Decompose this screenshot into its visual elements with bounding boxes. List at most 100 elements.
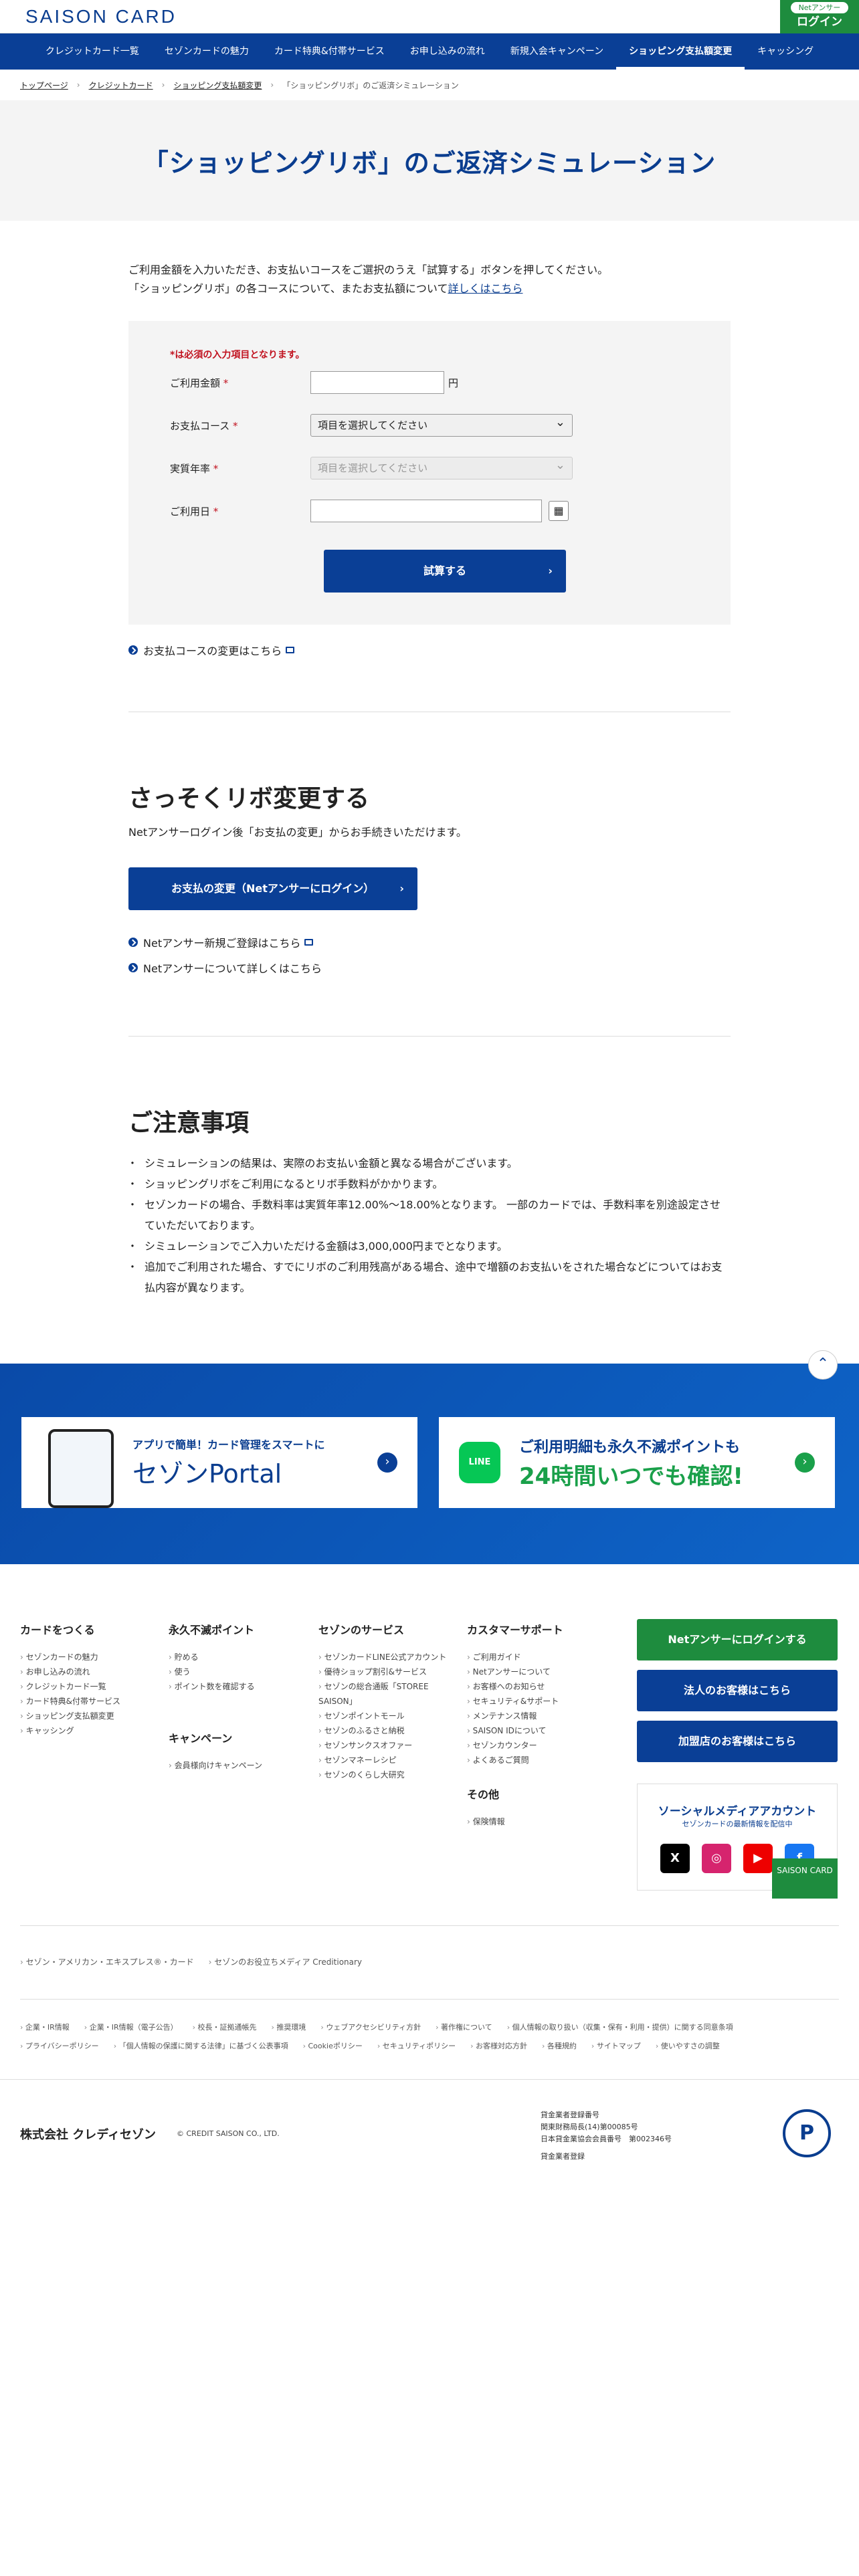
required-note: *は必須の入力項目となります。 — [170, 350, 305, 360]
footer-link[interactable]: 保険情報 — [467, 1814, 563, 1829]
saison-card-logo[interactable]: SAISON CARD — [25, 6, 177, 27]
youtube-icon[interactable]: ▶ — [743, 1844, 773, 1873]
footer-heading: カードをつくる — [20, 1624, 95, 1636]
calculate-button[interactable]: 試算する — [324, 550, 566, 593]
breadcrumb-credit[interactable]: クレジットカード — [89, 80, 153, 91]
date-label: ご利用日 * — [170, 505, 219, 518]
footer-col-card: カードをつくる セゾンカードの魅力お申し込みの流れクレジットカード一覧カード特典… — [20, 1623, 120, 1738]
footer-link[interactable]: クレジットカード一覧 — [20, 1679, 120, 1694]
intro-text: ご利用金額を入力いただき、お支払いコースをご選択のうえ「試算する」ボタンを押して… — [128, 261, 731, 298]
footer-link[interactable]: メンテナンス情報 — [467, 1709, 563, 1723]
footer-link[interactable]: 個人情報の取り扱い（収集・保有・利用・提供）に関する同意条項 — [507, 2023, 733, 2032]
course-label: お支払コース * — [170, 419, 238, 432]
nav-apply-flow[interactable]: お申し込みの流れ — [397, 33, 498, 70]
footer-link[interactable]: 校長・証拠通帳先 — [193, 2023, 257, 2032]
footer-link[interactable]: 優待ショップ割引&サービス — [318, 1665, 452, 1679]
footer-link[interactable]: セゾンカウンター — [467, 1738, 563, 1753]
footer-link[interactable]: セゾンサンクスオファー — [318, 1738, 452, 1753]
footer-link[interactable]: セゾンカードLINE公式アカウント — [318, 1650, 452, 1665]
netanswer-label: Netアンサー — [791, 2, 848, 13]
footer-link[interactable]: 使いやすさの調整 — [656, 2042, 720, 2050]
rate-select[interactable]: 項目を選択してください — [310, 455, 573, 479]
footer-link[interactable]: よくあるご質問 — [467, 1753, 563, 1767]
back-to-top-button[interactable]: ⌃ — [808, 1350, 838, 1380]
footer-link[interactable]: Cookieポリシー — [303, 2042, 363, 2050]
saison-portal-banner[interactable]: アプリで簡単！カード管理をスマートに セゾンPortal › — [21, 1417, 417, 1508]
footer-link[interactable]: セゾンのお役立ちメディア Creditionary — [209, 1957, 362, 1967]
footer-link[interactable]: 推奨環境 — [272, 2023, 306, 2032]
netanswer-about-link[interactable]: Netアンサーについて詳しくはこちら — [128, 960, 731, 976]
course-select[interactable]: 項目を選択してください — [310, 412, 573, 437]
footer-link[interactable]: セゾンカードの魅力 — [20, 1650, 120, 1665]
footer-link[interactable]: セキュリティポリシー — [377, 2042, 456, 2050]
nav-campaign[interactable]: 新規入会キャンペーン — [498, 33, 616, 70]
footer-link[interactable]: 会員様向けキャンペーン — [169, 1758, 262, 1773]
amount-input[interactable] — [310, 371, 444, 394]
footer-link[interactable]: お客様対応方針 — [470, 2042, 527, 2050]
corporate-button[interactable]: 法人のお客様はこちら — [637, 1670, 838, 1711]
footer-link[interactable]: 企業・IR情報（電子公告） — [84, 2023, 178, 2032]
breadcrumb-payment[interactable]: ショッピング支払額変更 — [173, 80, 262, 91]
sns-subtitle: セゾンカードの最新情報を配信中 — [682, 1820, 793, 1828]
registration-link[interactable]: 貸金業者登録 — [541, 2151, 672, 2163]
nav-benefits[interactable]: カード特典&付帯サービス — [262, 33, 397, 70]
nav-cashing[interactable]: キャッシング — [745, 33, 826, 70]
instagram-icon[interactable]: ◎ — [702, 1844, 731, 1873]
phone-image — [48, 1429, 114, 1508]
footer-link[interactable]: キャッシング — [20, 1723, 120, 1738]
payment-change-login-button[interactable]: お支払の変更（Netアンサーにログイン） — [128, 867, 417, 910]
details-link[interactable]: 詳しくはこちら — [448, 282, 522, 295]
privacy-mark-icon: P — [783, 2109, 831, 2157]
footer-link[interactable]: お客様へのお知らせ — [467, 1679, 563, 1694]
divider — [20, 1999, 839, 2000]
date-input[interactable] — [310, 500, 542, 522]
header: SAISON CARD Netアンサー ログイン — [0, 0, 859, 33]
footer-link[interactable]: セゾンの総合通販「STOREE SAISON」 — [318, 1679, 452, 1709]
list-item: 追加でご利用された場合、すでにリボのご利用残高がある場合、途中で増額のお支払いを… — [127, 1257, 731, 1298]
footer-link[interactable]: カード特典&付帯サービス — [20, 1694, 120, 1709]
footer-link[interactable]: Netアンサーについて — [467, 1665, 563, 1679]
change-course-link[interactable]: お支払コースの変更はこちら — [128, 642, 731, 658]
external-link-icon — [304, 939, 314, 946]
footer-link[interactable]: サイトマップ — [591, 2042, 641, 2050]
footer-link[interactable]: ご利用ガイド — [467, 1650, 563, 1665]
line-banner[interactable]: LINE ご利用明細も永久不滅ポイントも 24時間いつでも確認! › — [439, 1417, 835, 1508]
footer-link[interactable]: セゾン・アメリカン・エキスプレス®・カード — [20, 1957, 194, 1967]
login-button[interactable]: Netアンサー ログイン — [780, 0, 859, 33]
section-revo-text: Netアンサーログイン後「お支払の変更」からお手続きいただけます。 — [128, 826, 467, 839]
main-content: ご利用金額を入力いただき、お支払いコースをご選択のうえ「試算する」ボタンを押して… — [127, 261, 731, 1298]
footer-link[interactable]: 使う — [169, 1665, 262, 1679]
footer-link[interactable]: 「個人情報の保護に関する法律」に基づく公表事項 — [114, 2042, 288, 2050]
footer-link[interactable]: ウェブアクセシビリティ方針 — [320, 2023, 421, 2032]
netanswer-login-button[interactable]: Netアンサーにログインする — [637, 1619, 838, 1660]
chevron-right-icon: › — [161, 80, 165, 90]
footer-link[interactable]: 著作権について — [436, 2023, 492, 2032]
footer-link[interactable]: セゾンのふるさと納税 — [318, 1723, 452, 1738]
nav-payment-change[interactable]: ショッピング支払額変更 — [616, 33, 745, 70]
footer-link[interactable]: ショッピング支払額変更 — [20, 1709, 120, 1723]
footer-link[interactable]: セゾンポイントモール — [318, 1709, 452, 1723]
footer-link[interactable]: お申し込みの流れ — [20, 1665, 120, 1679]
merchant-button[interactable]: 加盟店のお客様はこちら — [637, 1721, 838, 1762]
nav-appeal[interactable]: セゾンカードの魅力 — [152, 33, 262, 70]
breadcrumb-top[interactable]: トップページ — [20, 80, 68, 91]
netanswer-register-link[interactable]: Netアンサー新規ご登録はこちら — [128, 934, 731, 950]
footer-link[interactable]: 貯める — [169, 1650, 262, 1665]
footer-link[interactable]: SAISON IDについて — [467, 1723, 563, 1738]
footer-link[interactable]: セキュリティ&サポート — [467, 1694, 563, 1709]
calendar-icon[interactable]: ▦ — [549, 501, 569, 521]
global-nav: クレジットカード一覧 セゾンカードの魅力 カード特典&付帯サービス お申し込みの… — [0, 33, 859, 70]
divider — [20, 1925, 839, 1926]
footer: カードをつくる セゾンカードの魅力お申し込みの流れクレジットカード一覧カード特典… — [0, 1564, 859, 2440]
footer-link[interactable]: プライバシーポリシー — [20, 2042, 99, 2050]
registration-info: 貸金業者登録番号 関東財務局長(14)第00085号 日本貸金業協会会員番号 第00… — [541, 2109, 672, 2163]
nav-card-list[interactable]: クレジットカード一覧 — [33, 33, 152, 70]
footer-link[interactable]: 各種規約 — [542, 2042, 577, 2050]
footer-link[interactable]: セゾンマネーレシピ — [318, 1753, 452, 1767]
footer-col-service: セゾンのサービス セゾンカードLINE公式アカウント優待ショップ割引&サービスセ… — [318, 1623, 452, 1782]
x-icon[interactable]: X — [660, 1844, 690, 1873]
footer-link[interactable]: ポイント数を確認する — [169, 1679, 262, 1694]
footer-link[interactable]: 企業・IR情報 — [20, 2023, 70, 2032]
copyright: © CREDIT SAISON CO., LTD. — [177, 2129, 280, 2138]
footer-link[interactable]: セゾンのくらし大研究 — [318, 1767, 452, 1782]
